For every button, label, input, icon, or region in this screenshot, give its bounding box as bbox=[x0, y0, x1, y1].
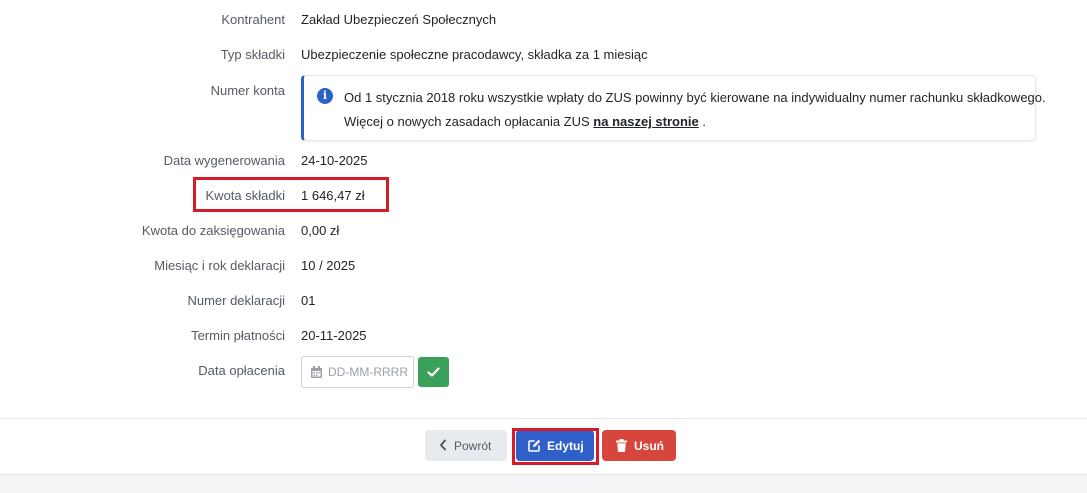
row-data-oplacenia: Data opłacenia bbox=[0, 361, 1087, 381]
label-miesiac-rok: Miesiąc i rok deklaracji bbox=[154, 258, 285, 273]
value-numer-deklaracji: 01 bbox=[301, 293, 316, 308]
label-kontrahent: Kontrahent bbox=[221, 12, 285, 27]
label-kwota-zaksiegowania: Kwota do zaksięgowania bbox=[141, 223, 285, 238]
row-data-wygenerowania: Data wygenerowania 24-10-2025 bbox=[0, 151, 1087, 171]
label-numer-konta: Numer konta bbox=[210, 83, 285, 98]
label-numer-deklaracji: Numer deklaracji bbox=[187, 293, 285, 308]
footer-strip bbox=[0, 474, 1087, 493]
check-icon bbox=[427, 367, 440, 377]
divider bbox=[0, 418, 1087, 419]
label-termin-platnosci: Termin płatności bbox=[191, 328, 285, 343]
label-data-oplacenia: Data opłacenia bbox=[198, 363, 285, 378]
value-miesiac-rok: 10 / 2025 bbox=[301, 258, 356, 273]
zus-info-alert: i Od 1 stycznia 2018 roku wszystkie wpła… bbox=[301, 75, 1046, 141]
label-data-wygenerowania: Data wygenerowania bbox=[163, 153, 285, 168]
delete-button[interactable]: Usuń bbox=[602, 430, 676, 461]
value-termin-platnosci: 20-11-2025 bbox=[301, 328, 367, 343]
trash-icon bbox=[616, 439, 627, 452]
value-kwota-zaksiegowania: 0,00 zł bbox=[301, 223, 340, 238]
payment-date-field[interactable] bbox=[301, 356, 414, 388]
chevron-left-icon bbox=[440, 439, 446, 451]
payment-date-input[interactable] bbox=[328, 363, 412, 381]
row-miesiac-rok: Miesiąc i rok deklaracji 10 / 2025 bbox=[0, 256, 1087, 276]
info-text-line2: Więcej o nowych zasadach opłacania ZUS n… bbox=[344, 114, 706, 129]
info-text-line1: Od 1 stycznia 2018 roku wszystkie wpłaty… bbox=[344, 90, 1046, 105]
highlight-box-kwota bbox=[193, 177, 389, 212]
row-typ-skladki: Typ składki Ubezpieczenie społeczne prac… bbox=[0, 45, 1087, 65]
row-kwota-zaksiegowania: Kwota do zaksięgowania 0,00 zł bbox=[0, 221, 1087, 241]
info-text-prefix: Więcej o nowych zasadach opłacania ZUS bbox=[344, 114, 594, 129]
zus-info-link[interactable]: na naszej stronie bbox=[593, 114, 698, 129]
back-button[interactable]: Powrót bbox=[425, 430, 507, 461]
payment-details-page: Kontrahent Zakład Ubezpieczeń Społecznyc… bbox=[0, 0, 1087, 493]
value-data-wygenerowania: 24-10-2025 bbox=[301, 153, 368, 168]
row-termin-platnosci: Termin płatności 20-11-2025 bbox=[0, 326, 1087, 346]
row-kwota-skladki: Kwota składki 1 646,47 zł bbox=[0, 186, 1087, 206]
label-typ-skladki: Typ składki bbox=[220, 47, 285, 62]
info-text-suffix: . bbox=[698, 114, 707, 129]
highlight-box-edit bbox=[512, 428, 599, 465]
info-icon: i bbox=[317, 88, 333, 104]
row-numer-deklaracji: Numer deklaracji 01 bbox=[0, 291, 1087, 311]
value-typ-skladki: Ubezpieczenie społeczne pracodawcy, skła… bbox=[301, 47, 648, 62]
value-kontrahent: Zakład Ubezpieczeń Społecznych bbox=[301, 12, 497, 27]
row-kontrahent: Kontrahent Zakład Ubezpieczeń Społecznyc… bbox=[0, 10, 1087, 30]
delete-button-label: Usuń bbox=[634, 439, 664, 453]
confirm-date-button[interactable] bbox=[418, 357, 449, 387]
calendar-icon bbox=[311, 366, 322, 378]
back-button-label: Powrót bbox=[454, 439, 492, 453]
